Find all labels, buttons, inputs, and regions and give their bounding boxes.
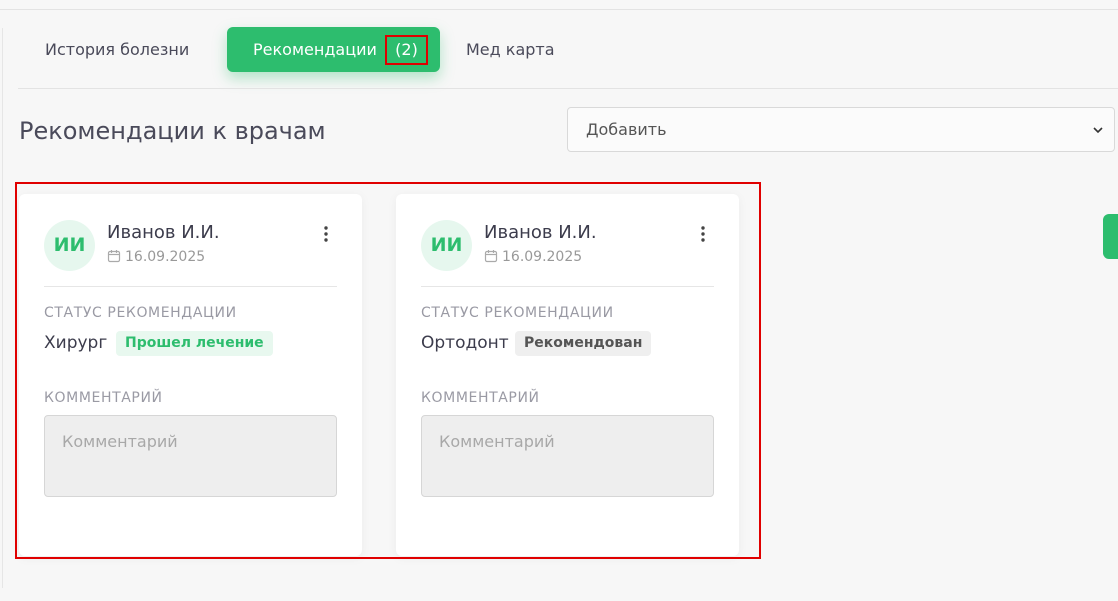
left-divider xyxy=(2,28,3,588)
tab-recommendations[interactable]: Рекомендации (2) xyxy=(227,27,440,72)
cards-highlight-frame xyxy=(15,182,761,559)
top-divider xyxy=(0,9,1118,10)
recommendations-count-badge: (2) xyxy=(385,35,428,65)
add-select[interactable]: Добавить xyxy=(567,107,1115,152)
side-panel-toggle[interactable] xyxy=(1103,214,1118,259)
tab-recommendations-label: Рекомендации xyxy=(253,40,377,59)
add-select-value: Добавить xyxy=(586,120,667,139)
tabs-bar: История болезни Рекомендации (2) Мед кар… xyxy=(18,27,578,72)
tab-med-card[interactable]: Мед карта xyxy=(466,27,555,72)
chevron-down-icon xyxy=(1093,127,1103,134)
page-title: Рекомендации к врачам xyxy=(19,117,326,145)
tabs-divider xyxy=(18,88,1118,89)
tab-history[interactable]: История болезни xyxy=(45,27,189,72)
